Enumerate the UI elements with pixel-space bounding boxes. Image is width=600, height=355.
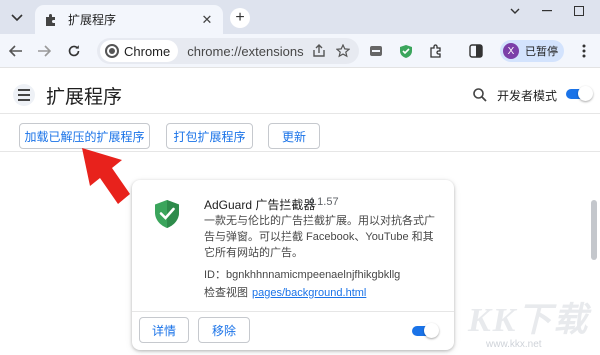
browser-toolbar: Chrome chrome://extensions X 已暂停 xyxy=(0,34,600,68)
address-bar[interactable]: Chrome chrome://extensions xyxy=(97,38,359,64)
dev-mode-label: 开发者模式 xyxy=(497,89,558,103)
reload-icon xyxy=(68,45,80,57)
pack-extension-button[interactable]: 打包扩展程序 xyxy=(166,123,253,149)
puzzle-icon xyxy=(43,12,59,28)
chevron-down-icon[interactable] xyxy=(498,0,532,22)
header-divider xyxy=(0,113,600,114)
card-divider xyxy=(132,311,454,312)
extension-id: ID：bgnkhhnnamicmpeenaelnjfhikgbkllg xyxy=(204,269,401,281)
red-arrow-annotation xyxy=(82,148,130,204)
details-button[interactable]: 详情 xyxy=(139,317,189,343)
watermark-logo: KK下载 xyxy=(468,302,590,339)
adguard-shield-icon[interactable] xyxy=(396,41,416,61)
back-button[interactable] xyxy=(6,41,26,61)
more-icon[interactable] xyxy=(574,41,594,61)
profile-chip[interactable]: X 已暂停 xyxy=(500,40,564,62)
share-icon[interactable] xyxy=(311,43,327,59)
extension-enabled-toggle[interactable] xyxy=(412,323,439,338)
chrome-chip-label: Chrome xyxy=(124,43,171,59)
back-arrow-icon xyxy=(9,45,22,57)
forward-arrow-icon xyxy=(38,45,51,57)
scrollbar-thumb[interactable] xyxy=(591,200,597,260)
tab-strip: 扩展程序 ✕ + xyxy=(0,0,600,34)
extension-media-icon[interactable] xyxy=(366,41,386,61)
extension-version: 4.1.57 xyxy=(308,196,339,208)
tab-close-icon[interactable]: ✕ xyxy=(199,12,215,28)
extension-description: 一款无与伦比的广告拦截扩展。用以对抗各式广告与弹窗。可以拦截 Facebook、… xyxy=(204,215,435,259)
tab-title: 扩展程序 xyxy=(68,13,117,27)
maximize-button[interactable] xyxy=(562,0,596,22)
star-icon[interactable] xyxy=(335,43,351,59)
minimize-button[interactable] xyxy=(530,0,564,22)
adguard-logo-icon xyxy=(155,200,179,228)
tab-search-icon xyxy=(11,14,23,22)
extension-name: AdGuard 广告拦截器 xyxy=(204,198,316,212)
remove-button[interactable]: 移除 xyxy=(198,317,250,343)
search-icon[interactable] xyxy=(472,87,488,103)
new-tab-button[interactable]: + xyxy=(230,8,250,28)
chrome-logo-icon xyxy=(105,44,119,58)
chrome-chip[interactable]: Chrome xyxy=(100,40,179,62)
inspect-views-label: 检查视图 xyxy=(204,287,248,299)
extensions-icon[interactable] xyxy=(426,41,446,61)
extension-card: AdGuard 广告拦截器 4.1.57 一款无与伦比的广告拦截扩展。用以对抗各… xyxy=(132,180,454,350)
reload-button[interactable] xyxy=(64,41,84,61)
watermark-url: www.kkx.net xyxy=(486,339,542,350)
forward-button[interactable] xyxy=(34,41,54,61)
avatar: X xyxy=(503,43,519,59)
dev-mode-toggle[interactable] xyxy=(566,86,593,101)
hamburger-menu-icon[interactable] xyxy=(13,84,35,106)
sidepanel-icon[interactable] xyxy=(466,41,486,61)
background-page-link[interactable]: pages/background.html xyxy=(252,287,366,299)
profile-status: 已暂停 xyxy=(525,46,558,58)
inspect-views: 检查视图 pages/background.html xyxy=(204,284,366,300)
address-url[interactable]: chrome://extensions xyxy=(187,44,311,59)
tab-search-button[interactable] xyxy=(6,7,28,29)
tab-extensions[interactable]: 扩展程序 ✕ xyxy=(35,5,223,34)
update-button[interactable]: 更新 xyxy=(268,123,320,149)
page-title: 扩展程序 xyxy=(46,87,123,108)
